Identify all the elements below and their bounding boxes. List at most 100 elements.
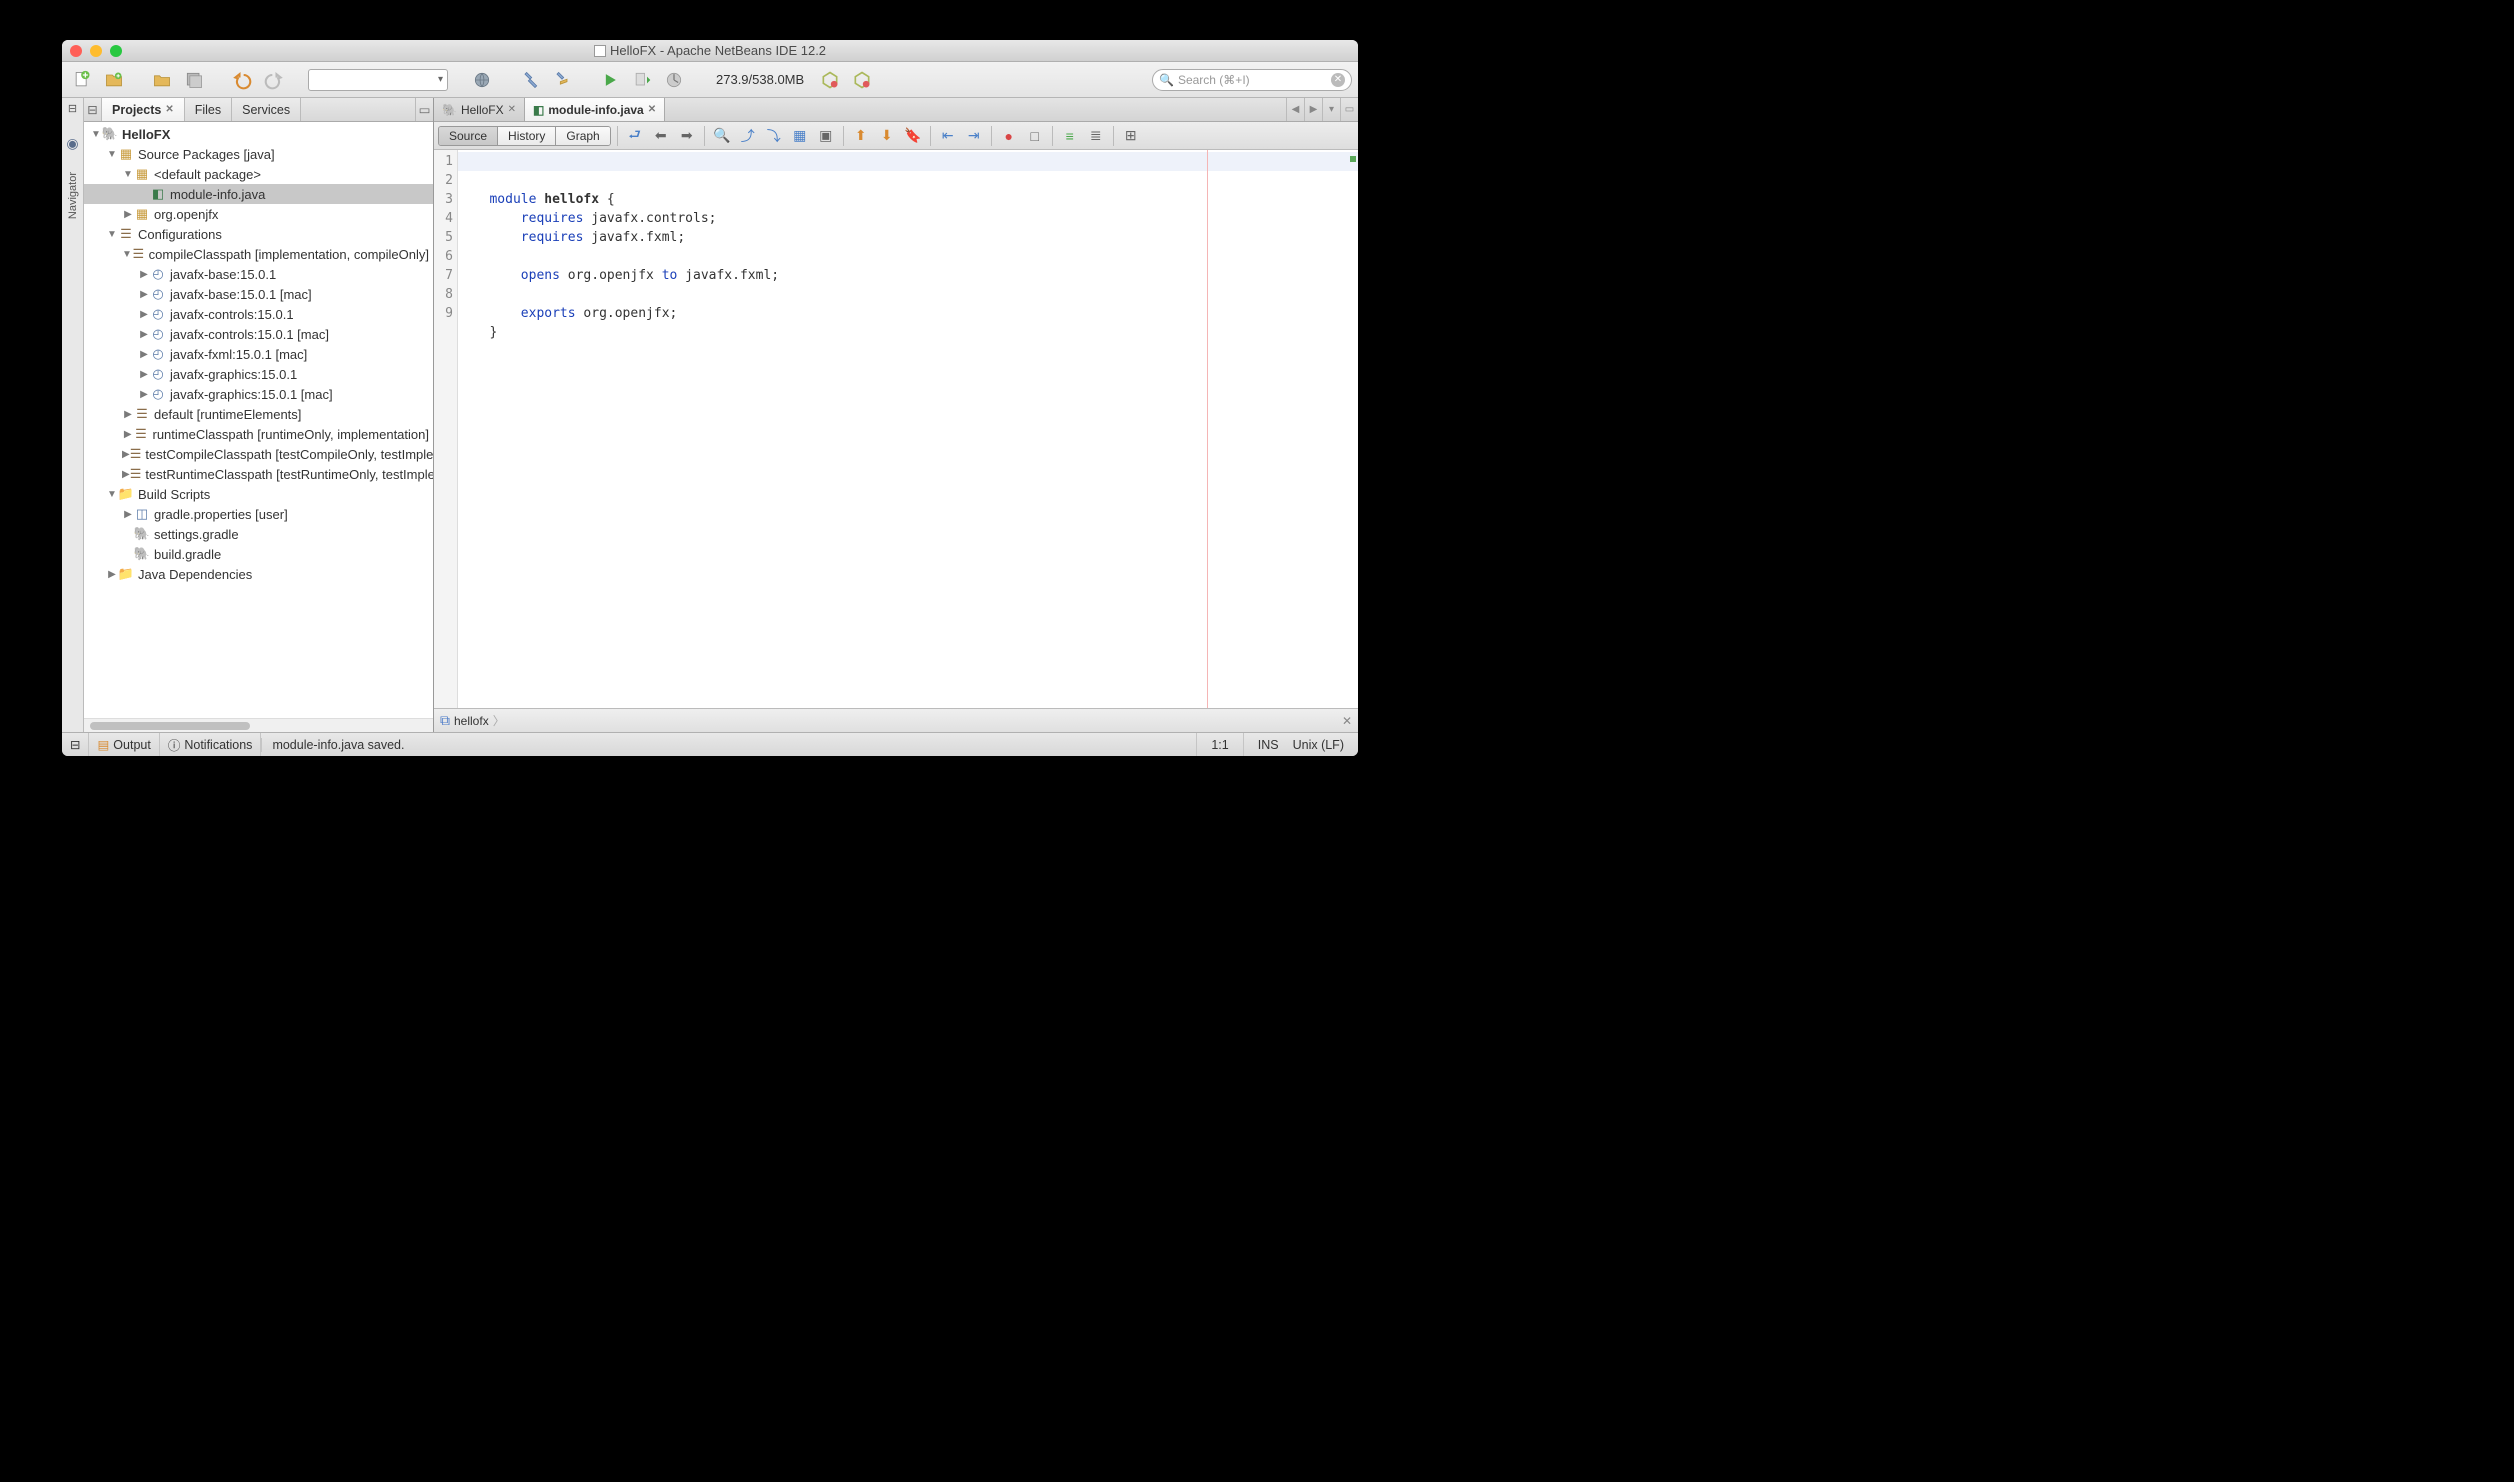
undo-button[interactable] xyxy=(228,66,256,94)
editor-panel: 🐘HelloFX✕ ◧module-info.java✕ ◀ ▶ ▾ ▭ Sou… xyxy=(434,98,1358,732)
tree-org-openjfx[interactable]: ▶▦org.openjfx xyxy=(84,204,433,224)
tree-build-gradle[interactable]: 🐘build.gradle xyxy=(84,544,433,564)
view-source[interactable]: Source xyxy=(439,127,498,145)
new-file-button[interactable] xyxy=(68,66,96,94)
tree-settings-gradle[interactable]: 🐘settings.gradle xyxy=(84,524,433,544)
gc-icon-1[interactable] xyxy=(816,66,844,94)
toggle-highlight-button[interactable]: ▦ xyxy=(789,125,811,147)
editor-tab-module-info[interactable]: ◧module-info.java✕ xyxy=(525,98,665,121)
tree-module-info[interactable]: ◧module-info.java xyxy=(84,184,433,204)
output-button[interactable]: ▤Output xyxy=(89,733,159,756)
tree-jar[interactable]: ▶◴javafx-graphics:15.0.1 [mac] xyxy=(84,384,433,404)
line-ending[interactable]: Unix (LF) xyxy=(1293,733,1358,756)
memory-indicator[interactable]: 273.9/538.0MB xyxy=(708,72,812,87)
shift-left-button[interactable]: ⇤ xyxy=(937,125,959,147)
tree-default-cfg[interactable]: ▶☰default [runtimeElements] xyxy=(84,404,433,424)
tree-configurations[interactable]: ▼☰Configurations xyxy=(84,224,433,244)
new-project-button[interactable] xyxy=(100,66,128,94)
tree-gradle-props[interactable]: ▶◫gradle.properties [user] xyxy=(84,504,433,524)
tab-next-button[interactable]: ▶ xyxy=(1304,98,1322,121)
build-button[interactable] xyxy=(516,66,544,94)
code-editor[interactable]: module hellofx { requires javafx.control… xyxy=(458,150,1358,708)
toggle-rect-select-button[interactable]: ▣ xyxy=(815,125,837,147)
shift-right-button[interactable]: ⇥ xyxy=(963,125,985,147)
close-icon[interactable]: ✕ xyxy=(648,104,656,115)
tab-services[interactable]: Services xyxy=(232,98,301,121)
world-icon[interactable] xyxy=(468,66,496,94)
close-window-button[interactable] xyxy=(70,45,82,57)
navigator-label[interactable]: Navigator xyxy=(67,172,79,219)
editor-tab-hellofx[interactable]: 🐘HelloFX✕ xyxy=(434,98,525,121)
tree-runtime-cp[interactable]: ▶☰runtimeClasspath [runtimeOnly, impleme… xyxy=(84,424,433,444)
debug-button[interactable] xyxy=(628,66,656,94)
tree-jar[interactable]: ▶◴javafx-base:15.0.1 xyxy=(84,264,433,284)
navigator-icon[interactable]: ◉ xyxy=(66,135,78,152)
find-prev-button[interactable]: ⤴ xyxy=(737,125,759,147)
panel-restore-button[interactable]: ▭ xyxy=(415,98,433,121)
go-to-button[interactable]: ⊞ xyxy=(1120,125,1142,147)
tree-jar[interactable]: ▶◴javafx-controls:15.0.1 [mac] xyxy=(84,324,433,344)
zoom-window-button[interactable] xyxy=(110,45,122,57)
tree-test-runtime[interactable]: ▶☰testRuntimeClasspath [testRuntimeOnly,… xyxy=(84,464,433,484)
tree-project-root[interactable]: ▼🐘HelloFX xyxy=(84,124,433,144)
profile-button[interactable] xyxy=(660,66,688,94)
last-edit-button[interactable]: ⮐ xyxy=(624,125,646,147)
back-button[interactable]: ⬅ xyxy=(650,125,672,147)
clear-search-button[interactable]: ✕ xyxy=(1331,73,1345,87)
jar-icon: ◴ xyxy=(150,286,166,302)
redo-button[interactable] xyxy=(260,66,288,94)
expand-bottom-button[interactable]: ⊟ xyxy=(62,733,89,756)
comment-button[interactable]: ≡ xyxy=(1059,125,1081,147)
tree-java-deps[interactable]: ▶📁Java Dependencies xyxy=(84,564,433,584)
forward-button[interactable]: ➡ xyxy=(676,125,698,147)
tree-compile-classpath[interactable]: ▼☰compileClasspath [implementation, comp… xyxy=(84,244,433,264)
minimize-icon[interactable]: ⊟ xyxy=(68,102,77,115)
find-next-button[interactable]: ⤵ xyxy=(763,125,785,147)
tab-prev-button[interactable]: ◀ xyxy=(1286,98,1304,121)
prev-bookmark-button[interactable]: ⬆ xyxy=(850,125,872,147)
toggle-bookmark-button[interactable]: 🔖 xyxy=(902,125,924,147)
search-input[interactable]: 🔍 Search (⌘+I) ✕ xyxy=(1152,69,1352,91)
tree-build-scripts[interactable]: ▼📁Build Scripts xyxy=(84,484,433,504)
insert-mode[interactable]: INS xyxy=(1243,733,1293,756)
tree-jar[interactable]: ▶◴javafx-base:15.0.1 [mac] xyxy=(84,284,433,304)
next-bookmark-button[interactable]: ⬇ xyxy=(876,125,898,147)
breadcrumb-close-button[interactable]: ✕ xyxy=(1342,714,1352,728)
view-history[interactable]: History xyxy=(498,127,556,145)
uncomment-button[interactable]: ≣ xyxy=(1085,125,1107,147)
run-button[interactable] xyxy=(596,66,624,94)
maximize-editor-button[interactable]: ▭ xyxy=(1340,98,1358,121)
tab-projects[interactable]: Projects✕ xyxy=(102,98,185,121)
config-combo[interactable] xyxy=(308,69,448,91)
cursor-position[interactable]: 1:1 xyxy=(1196,733,1242,756)
find-selection-button[interactable]: 🔍 xyxy=(711,125,733,147)
notifications-button[interactable]: ⓘNotifications xyxy=(160,733,262,756)
save-all-button[interactable] xyxy=(180,66,208,94)
gc-icon-2[interactable] xyxy=(848,66,876,94)
view-graph[interactable]: Graph xyxy=(556,127,609,145)
tree-source-packages[interactable]: ▼▦Source Packages [java] xyxy=(84,144,433,164)
open-button[interactable] xyxy=(148,66,176,94)
macro-stop-button[interactable]: □ xyxy=(1024,125,1046,147)
tree-default-package[interactable]: ▼▦<default package> xyxy=(84,164,433,184)
line-gutter: 123456789 xyxy=(434,150,458,708)
tab-list-button[interactable]: ▾ xyxy=(1322,98,1340,121)
package-icon: ▦ xyxy=(134,166,150,182)
close-icon[interactable]: ✕ xyxy=(165,104,173,115)
folder-icon: 📁 xyxy=(118,566,134,582)
current-line-highlight xyxy=(458,152,1358,171)
tree-jar[interactable]: ▶◴javafx-controls:15.0.1 xyxy=(84,304,433,324)
tree-jar[interactable]: ▶◴javafx-graphics:15.0.1 xyxy=(84,364,433,384)
project-tree[interactable]: ▼🐘HelloFX ▼▦Source Packages [java] ▼▦<de… xyxy=(84,122,433,718)
macro-record-button[interactable]: ● xyxy=(998,125,1020,147)
panel-menu-button[interactable]: ⊟ xyxy=(84,98,102,121)
clean-build-button[interactable] xyxy=(548,66,576,94)
error-stripe-mark[interactable] xyxy=(1350,156,1356,162)
breadcrumb-item[interactable]: hellofx xyxy=(454,714,489,728)
close-icon[interactable]: ✕ xyxy=(508,104,516,115)
tree-test-compile[interactable]: ▶☰testCompileClasspath [testCompileOnly,… xyxy=(84,444,433,464)
minimize-window-button[interactable] xyxy=(90,45,102,57)
tree-jar[interactable]: ▶◴javafx-fxml:15.0.1 [mac] xyxy=(84,344,433,364)
tree-scrollbar[interactable] xyxy=(84,718,433,732)
tab-files[interactable]: Files xyxy=(185,98,232,121)
